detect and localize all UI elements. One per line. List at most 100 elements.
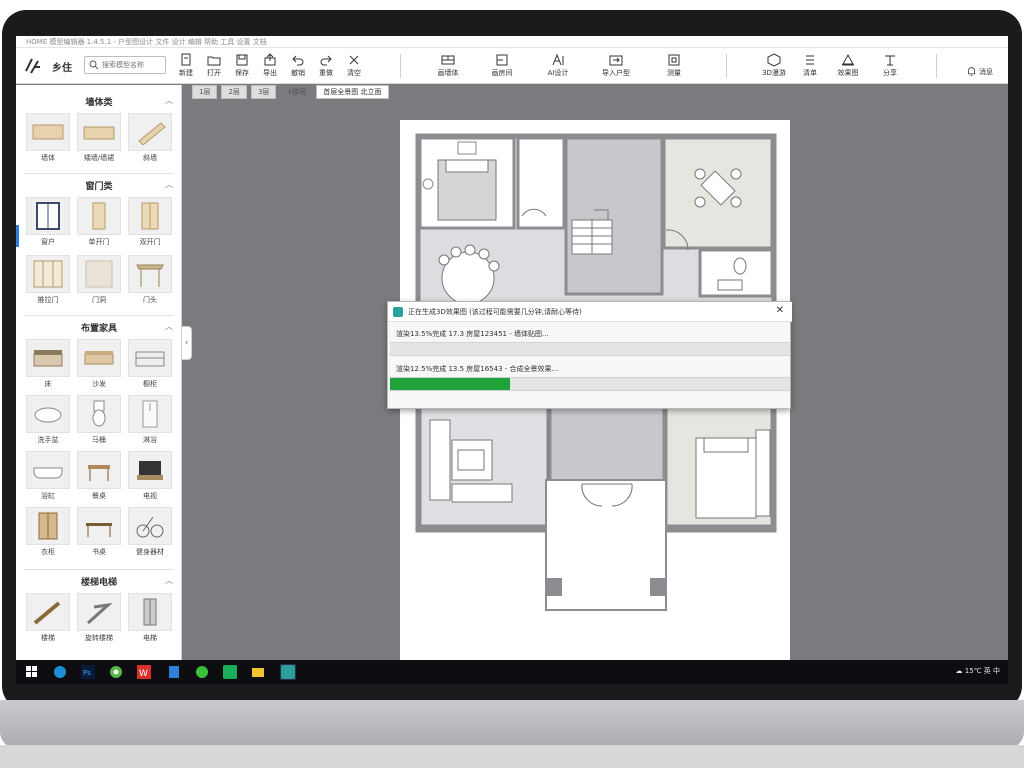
section-divider	[24, 315, 174, 316]
folder-icon[interactable]	[250, 664, 266, 680]
render-icon	[842, 53, 854, 66]
toolbar-separator	[400, 54, 401, 78]
open-button[interactable]: 打开	[200, 53, 228, 81]
library-item[interactable]: 矮墙/墙裙	[77, 113, 121, 165]
library-item[interactable]: 淋浴	[128, 395, 172, 447]
library-item[interactable]: 楼梯	[26, 593, 70, 645]
library-item[interactable]: 双开门	[128, 197, 172, 249]
notification-button[interactable]: 消息	[966, 58, 1004, 86]
library-item[interactable]: 窗户	[26, 197, 70, 249]
library-item[interactable]: 书桌	[77, 507, 121, 559]
undo-button[interactable]: 撤销	[284, 53, 312, 81]
wps-icon[interactable]: W	[136, 664, 152, 680]
save-button[interactable]: 保存	[228, 53, 256, 81]
library-item-label: 洗手盆	[37, 436, 59, 444]
library-item[interactable]: 推拉门	[26, 255, 70, 307]
open-button-label: 打开	[207, 69, 221, 77]
library-item[interactable]: 沙发	[77, 339, 121, 391]
library-item[interactable]: 墙体	[26, 113, 70, 165]
library-item[interactable]: 单开门	[77, 197, 121, 249]
door-opening-icon	[77, 255, 121, 293]
window-title: HOME 模型编辑器 1.4.5.1 - 户型图设计 文件 设计 编辑 帮助 工…	[26, 38, 267, 46]
library-item[interactable]: 健身器材	[128, 507, 172, 559]
library-item[interactable]: 旋转楼梯	[77, 593, 121, 645]
tab-floor-3[interactable]: 3层	[250, 85, 277, 99]
browser-icon[interactable]	[194, 664, 210, 680]
tab-floor-2[interactable]: 2层	[221, 85, 247, 99]
tab-floor-1[interactable]: 1层	[192, 85, 218, 99]
app-icon[interactable]	[280, 664, 296, 680]
library-item[interactable]: 电梯	[128, 593, 172, 645]
wall-icon	[441, 55, 455, 65]
new-button-label: 新建	[179, 69, 193, 77]
library-item[interactable]: 门洞	[77, 255, 121, 307]
library-item-label: 单开门	[88, 238, 110, 246]
render-progress-dialog: 正在生成3D效果图 (该过程可能需要几分钟,请耐心等待) ✕ 渲染13.5%完成…	[387, 301, 792, 409]
import-button[interactable]: 导入户型	[602, 53, 630, 81]
draw-wall-button[interactable]: 画墙体	[434, 53, 462, 81]
ai-design-button[interactable]: AI设计	[544, 53, 572, 81]
collapse-panel-button[interactable]: ‹	[182, 326, 192, 360]
library-item[interactable]: 衣柜	[26, 507, 70, 559]
svg-text:W: W	[139, 669, 148, 679]
library-item[interactable]: 斜墙	[128, 113, 172, 165]
svg-text:Ps: Ps	[83, 669, 91, 677]
wechat-icon[interactable]	[222, 664, 238, 680]
edge-icon[interactable]	[52, 664, 68, 680]
photoshop-icon[interactable]: Ps	[80, 664, 96, 680]
library-item-label: 浴缸	[41, 492, 55, 500]
clear-icon	[349, 55, 359, 65]
save-icon	[236, 54, 248, 66]
new-button[interactable]: 新建	[172, 53, 200, 81]
undo-button-label: 撤销	[291, 69, 305, 77]
chevron-up-icon[interactable]: ︿	[165, 575, 173, 586]
tab-view[interactable]: 首层全景图 北立面	[316, 85, 389, 99]
chrome-icon[interactable]	[108, 664, 124, 680]
section-title-stairs: 楼梯电梯	[80, 578, 117, 588]
library-item[interactable]: 洗手盆	[26, 395, 70, 447]
desk-icon	[77, 507, 121, 545]
close-icon[interactable]: ✕	[776, 305, 784, 316]
library-item[interactable]: 床	[26, 339, 70, 391]
cabinet-icon	[128, 339, 172, 377]
chevron-up-icon[interactable]: ︿	[165, 95, 173, 106]
undo-icon	[292, 55, 304, 66]
progress-status-2: 渲染12.5%完成 13.5 房屋16543 - 合成全景效果...	[396, 365, 559, 373]
bell-icon	[967, 67, 976, 76]
library-item-label: 楼梯	[41, 634, 55, 642]
window-icon	[26, 197, 70, 235]
render-button[interactable]: 效果图	[834, 53, 862, 81]
share-button[interactable]: 分享	[876, 53, 904, 81]
files-icon[interactable]	[166, 664, 182, 680]
library-item-label: 旋转楼梯	[85, 634, 113, 642]
search-input[interactable]: 搜索模型名称	[84, 56, 166, 74]
windows-start-icon[interactable]	[24, 664, 40, 680]
list-button[interactable]: 清单	[796, 53, 824, 81]
library-item[interactable]: 橱柜	[128, 339, 172, 391]
library-item[interactable]: 电视	[128, 451, 172, 503]
clear-button-label: 清空	[347, 69, 361, 77]
library-item[interactable]: 马桶	[77, 395, 121, 447]
floor-tabs: 1层 2层 3层 +楼层 首层全景图 北立面	[192, 85, 393, 101]
library-item[interactable]: 餐桌	[77, 451, 121, 503]
library-item-label: 门洞	[92, 296, 106, 304]
redo-button[interactable]: 重做	[312, 53, 340, 81]
system-tray[interactable]: ☁ 15℃ 英 中	[956, 666, 1000, 676]
chevron-up-icon[interactable]: ︿	[165, 321, 173, 332]
chevron-up-icon[interactable]: ︿	[165, 179, 173, 190]
library-item[interactable]: 浴缸	[26, 451, 70, 503]
section-divider	[24, 173, 174, 174]
export-button[interactable]: 导出	[256, 53, 284, 81]
library-item[interactable]: 门头	[128, 255, 172, 307]
3d-walk-button[interactable]: 3D漫游	[760, 53, 788, 81]
spiral-stair-icon	[77, 593, 121, 631]
draw-room-button[interactable]: 画房间	[488, 53, 516, 81]
library-item-label: 矮墙/墙裙	[83, 154, 115, 162]
library-item-label: 餐桌	[92, 492, 106, 500]
door-head-icon	[128, 255, 172, 293]
measure-button[interactable]: 测量	[660, 53, 688, 81]
progress-fill-2	[390, 378, 510, 390]
import-icon	[609, 55, 623, 66]
tab-add-floor[interactable]: +楼层	[280, 85, 312, 99]
clear-button[interactable]: 清空	[340, 53, 368, 81]
